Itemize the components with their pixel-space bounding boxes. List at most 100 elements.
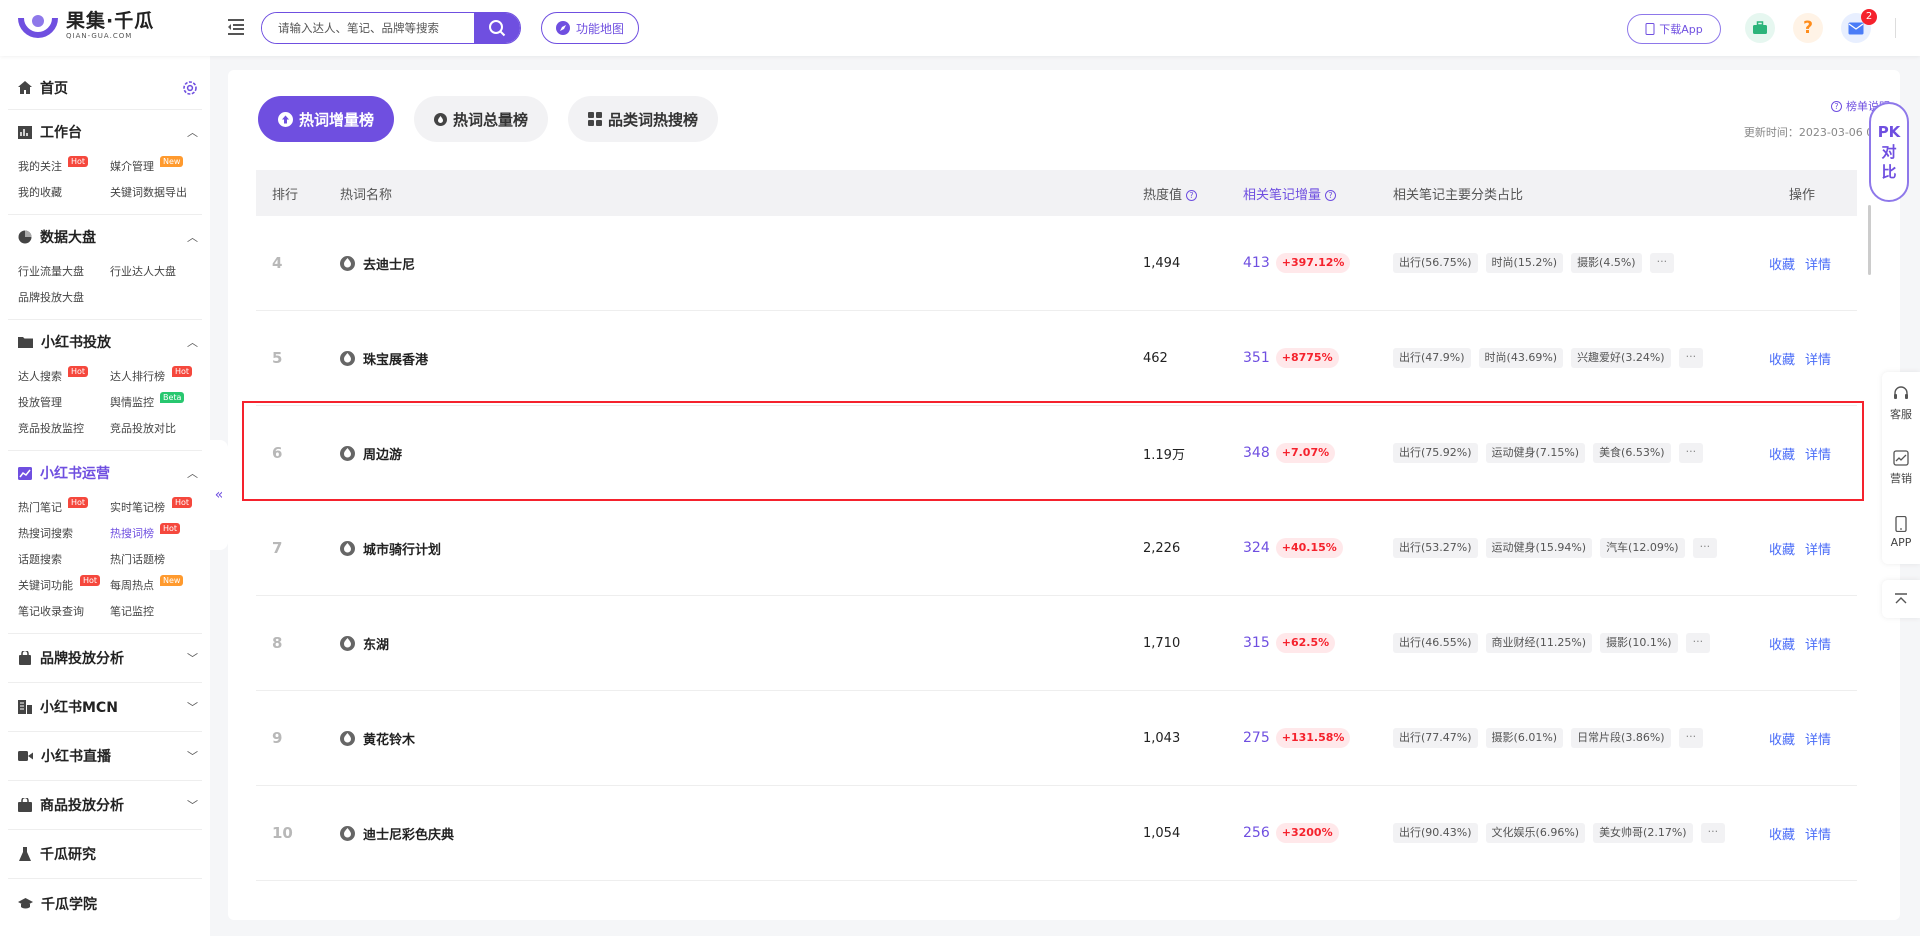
collect-button[interactable]: 收藏 [1769, 729, 1795, 748]
category-tag: 出行(90.43%) [1393, 823, 1478, 843]
header-notes[interactable]: 相关笔记增量? [1243, 184, 1393, 203]
rank-number: 7 [272, 539, 283, 557]
pk-compare-button[interactable]: PK 对 比 [1869, 102, 1909, 202]
more-categories-button[interactable]: ··· [1678, 348, 1704, 368]
sidebar-item-note-index[interactable]: 笔记收录查询 [18, 599, 110, 625]
hot-tag: Hot [68, 497, 89, 508]
sidebar-section-live[interactable]: 小红书直播 ﹀ [8, 732, 202, 781]
menu-toggle-icon[interactable] [226, 16, 246, 38]
sidebar-item-hot-notes[interactable]: 热门笔记 Hot [18, 495, 110, 521]
section-title: 小红书投放 [41, 335, 111, 351]
sidebar-collapse-button[interactable]: « [210, 440, 228, 550]
sidebar-item-industry-traffic[interactable]: 行业流量大盘 [18, 259, 110, 285]
scrollbar[interactable] [1868, 205, 1871, 275]
sidebar-item-keyword-function[interactable]: 关键词功能 Hot [18, 573, 110, 599]
section-header-workbench[interactable]: 工作台 ︿ [8, 110, 202, 154]
sidebar-item-topic-search[interactable]: 话题搜索 [18, 547, 110, 573]
download-app-button[interactable]: 下载App [1627, 14, 1721, 44]
help-button[interactable]: ? [1793, 13, 1823, 43]
collect-button[interactable]: 收藏 [1769, 634, 1795, 653]
collect-button[interactable]: 收藏 [1769, 824, 1795, 843]
sidebar-section-academy[interactable]: 千瓜学院 [8, 879, 202, 928]
more-categories-button[interactable]: ··· [1700, 823, 1726, 843]
collect-button[interactable]: 收藏 [1769, 254, 1795, 273]
header-rank: 排行 [272, 187, 299, 203]
sidebar-item-weekly-hot[interactable]: 每周热点 New [110, 573, 202, 599]
detail-button[interactable]: 详情 [1805, 444, 1831, 463]
collect-button[interactable]: 收藏 [1769, 444, 1795, 463]
more-categories-button[interactable]: ··· [1685, 633, 1711, 653]
category-tag: 商业财经(11.25%) [1485, 633, 1593, 653]
search-button[interactable] [474, 13, 520, 43]
marketing-button[interactable]: 营销 [1882, 436, 1920, 500]
sidebar-section-research[interactable]: 千瓜研究 [8, 830, 202, 879]
header-distribution: 相关笔记主要分类占比 [1393, 187, 1524, 203]
hotword-name[interactable]: 城市骑行计划 [363, 539, 441, 558]
more-categories-button[interactable]: ··· [1649, 253, 1675, 273]
tab-category-hotword[interactable]: 品类词热搜榜 [568, 96, 719, 142]
sidebar-item-home[interactable]: 首页 [8, 66, 202, 110]
hot-tag: Hot [68, 156, 89, 167]
hotword-name[interactable]: 黄花铃木 [363, 729, 415, 748]
section-title: 小红书运营 [40, 466, 110, 482]
more-categories-button[interactable]: ··· [1678, 443, 1704, 463]
sidebar-item-media-mgmt[interactable]: 媒介管理 New [110, 154, 202, 180]
sidebar-item-my-follow[interactable]: 我的关注 Hot [18, 154, 110, 180]
table-row: 10 迪士尼彩色庆典 1,054 256 +3200% 出行(90.43%) 文化娱乐(6.… [256, 786, 1857, 881]
sidebar-item-sentiment[interactable]: 舆情监控 Beta [110, 390, 202, 416]
sidebar-item-my-collection[interactable]: 我的收藏 [18, 180, 110, 206]
collect-button[interactable]: 收藏 [1769, 539, 1795, 558]
section-header-xhs-ops[interactable]: 小红书运营 ︿ [8, 451, 202, 495]
hotword-table: 排行 热词名称 热度值? 相关笔记增量? 相关笔记主要分类占比 操作 4 去迪士尼… [256, 170, 1857, 881]
search-input[interactable] [262, 13, 474, 43]
collect-button[interactable]: 收藏 [1769, 349, 1795, 368]
detail-button[interactable]: 详情 [1805, 634, 1831, 653]
category-tag: 摄影(4.5%) [1571, 253, 1642, 273]
detail-button[interactable]: 详情 [1805, 349, 1831, 368]
sidebar-item-keyword-export[interactable]: 关键词数据导出 [110, 180, 202, 206]
detail-button[interactable]: 详情 [1805, 824, 1831, 843]
briefcase-button[interactable] [1745, 13, 1775, 43]
help-icon[interactable]: ? [1186, 189, 1198, 201]
compass-icon [556, 21, 570, 35]
app-button[interactable]: APP [1882, 500, 1920, 564]
detail-button[interactable]: 详情 [1805, 539, 1831, 558]
sidebar-item-industry-kol[interactable]: 行业达人大盘 [110, 259, 202, 285]
message-button[interactable]: 2 [1841, 9, 1877, 43]
sidebar-item-hotword-search[interactable]: 热搜词搜索 [18, 521, 110, 547]
sidebar-section-mcn[interactable]: 小红书MCN ﹀ [8, 683, 202, 732]
sidebar-item-competitor-compare[interactable]: 竞品投放对比 [110, 416, 202, 442]
section-header-xhs-ads[interactable]: 小红书投放 ︿ [8, 320, 202, 364]
more-categories-button[interactable]: ··· [1678, 728, 1704, 748]
sidebar-item-kol-search[interactable]: 达人搜索 Hot [18, 364, 110, 390]
chevron-up-icon: ︿ [187, 467, 198, 480]
sidebar-item-realtime-notes[interactable]: 实时笔记榜 Hot [110, 495, 202, 521]
sidebar-item-note-monitor[interactable]: 笔记监控 [110, 599, 202, 625]
hotword-name[interactable]: 珠宝展香港 [363, 349, 428, 368]
hotword-name[interactable]: 东湖 [363, 634, 389, 653]
sidebar-item-ads-mgmt[interactable]: 投放管理 [18, 390, 110, 416]
sidebar-item-hotword-ranking[interactable]: 热搜词榜 Hot [110, 521, 202, 547]
more-categories-button[interactable]: ··· [1692, 538, 1718, 558]
hotword-name[interactable]: 迪士尼彩色庆典 [363, 824, 454, 843]
settings-icon[interactable] [182, 80, 198, 96]
help-icon[interactable]: ? [1325, 189, 1337, 201]
hotword-name[interactable]: 去迪士尼 [363, 254, 415, 273]
sidebar-section-brand-analysis[interactable]: 品牌投放分析 ﹀ [8, 634, 202, 683]
new-tag: New [160, 156, 184, 167]
hotword-name[interactable]: 周边游 [363, 444, 402, 463]
sidebar-section-goods-analysis[interactable]: 商品投放分析 ﹀ [8, 781, 202, 830]
function-map-button[interactable]: 功能地图 [541, 12, 640, 44]
detail-button[interactable]: 详情 [1805, 254, 1831, 273]
sidebar-item-kol-ranking[interactable]: 达人排行榜 Hot [110, 364, 202, 390]
logo[interactable]: 果集·千瓜 QIAN-GUA.COM [18, 10, 154, 42]
customer-service-button[interactable]: 客服 [1882, 372, 1920, 436]
tab-hotword-increment[interactable]: 热词增量榜 [258, 96, 395, 142]
back-to-top-button[interactable] [1882, 580, 1920, 618]
tab-hotword-total[interactable]: 热词总量榜 [414, 96, 549, 142]
detail-button[interactable]: 详情 [1805, 729, 1831, 748]
sidebar-item-brand-ads[interactable]: 品牌投放大盘 [18, 285, 110, 311]
sidebar-item-hot-topics[interactable]: 热门话题榜 [110, 547, 202, 573]
section-header-data-overview[interactable]: 数据大盘 ︿ [8, 215, 202, 259]
sidebar-item-competitor-monitor[interactable]: 竞品投放监控 [18, 416, 110, 442]
